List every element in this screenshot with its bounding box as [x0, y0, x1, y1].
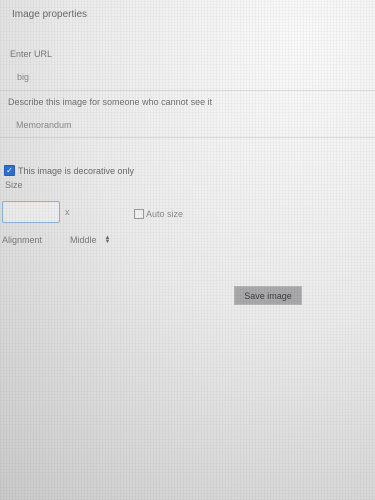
select-arrows-icon: ▲ ▼: [104, 235, 111, 245]
auto-size-checkbox[interactable]: [134, 209, 144, 219]
checkmark-icon: ✓: [6, 165, 13, 175]
decorative-checkbox-row[interactable]: ✓ This image is decorative only: [4, 165, 134, 176]
description-field-divider: [0, 137, 375, 138]
alignment-selected-value: Middle: [70, 235, 97, 245]
decorative-checkbox[interactable]: ✓: [4, 165, 15, 176]
url-input[interactable]: big: [17, 72, 29, 82]
url-field-divider: [0, 90, 375, 91]
size-label: Size: [5, 180, 23, 190]
alignment-select[interactable]: Middle ▲ ▼: [70, 235, 110, 245]
url-label: Enter URL: [10, 49, 53, 59]
save-image-button[interactable]: Save image: [234, 286, 302, 305]
auto-size-row[interactable]: Auto size: [134, 209, 183, 219]
size-separator: x: [65, 207, 70, 217]
size-width-input[interactable]: [2, 201, 60, 223]
description-input[interactable]: Memorandum: [16, 120, 72, 130]
alignment-label: Alignment: [2, 235, 43, 245]
decorative-label: This image is decorative only: [18, 165, 135, 176]
description-label: Describe this image for someone who cann…: [8, 97, 213, 107]
auto-size-label: Auto size: [146, 209, 184, 219]
dialog-title: Image properties: [12, 9, 88, 20]
